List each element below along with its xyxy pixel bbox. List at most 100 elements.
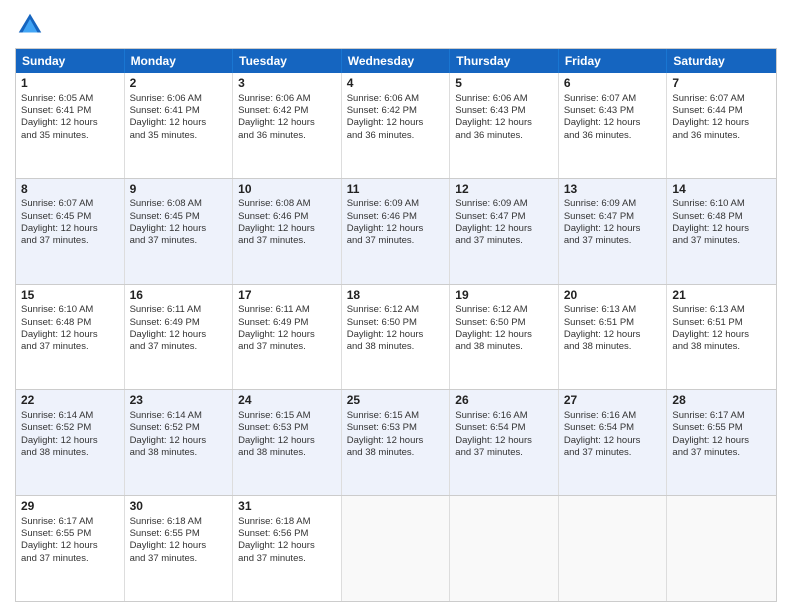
day-info-line-2: Daylight: 12 hours — [564, 223, 662, 235]
day-cell-19: 19Sunrise: 6:12 AMSunset: 6:50 PMDayligh… — [450, 285, 559, 390]
day-cell-21: 21Sunrise: 6:13 AMSunset: 6:51 PMDayligh… — [667, 285, 776, 390]
day-info-line-3: and 37 minutes. — [130, 341, 228, 353]
day-number: 26 — [455, 393, 553, 409]
day-info-line-3: and 37 minutes. — [564, 235, 662, 247]
day-cell-15: 15Sunrise: 6:10 AMSunset: 6:48 PMDayligh… — [16, 285, 125, 390]
day-info-line-2: Daylight: 12 hours — [130, 435, 228, 447]
day-cell-10: 10Sunrise: 6:08 AMSunset: 6:46 PMDayligh… — [233, 179, 342, 284]
day-info-line-0: Sunrise: 6:08 AM — [238, 198, 336, 210]
day-info-line-0: Sunrise: 6:05 AM — [21, 93, 119, 105]
day-info-line-1: Sunset: 6:41 PM — [130, 105, 228, 117]
empty-cell — [667, 496, 776, 601]
day-info-line-0: Sunrise: 6:18 AM — [238, 516, 336, 528]
day-info-line-2: Daylight: 12 hours — [347, 223, 445, 235]
day-info-line-1: Sunset: 6:43 PM — [564, 105, 662, 117]
day-info-line-3: and 36 minutes. — [455, 130, 553, 142]
day-info-line-2: Daylight: 12 hours — [455, 329, 553, 341]
day-info-line-3: and 38 minutes. — [130, 447, 228, 459]
day-info-line-2: Daylight: 12 hours — [21, 435, 119, 447]
day-info-line-1: Sunset: 6:50 PM — [455, 317, 553, 329]
day-info-line-1: Sunset: 6:47 PM — [455, 211, 553, 223]
day-info-line-2: Daylight: 12 hours — [238, 329, 336, 341]
day-number: 16 — [130, 288, 228, 304]
day-info-line-0: Sunrise: 6:15 AM — [347, 410, 445, 422]
day-info-line-3: and 37 minutes. — [130, 235, 228, 247]
day-cell-9: 9Sunrise: 6:08 AMSunset: 6:45 PMDaylight… — [125, 179, 234, 284]
day-info-line-0: Sunrise: 6:12 AM — [347, 304, 445, 316]
header — [15, 10, 777, 40]
day-info-line-3: and 37 minutes. — [21, 235, 119, 247]
day-number: 10 — [238, 182, 336, 198]
logo — [15, 10, 49, 40]
day-info-line-0: Sunrise: 6:10 AM — [672, 198, 771, 210]
day-info-line-3: and 37 minutes. — [672, 235, 771, 247]
day-info-line-0: Sunrise: 6:10 AM — [21, 304, 119, 316]
day-cell-6: 6Sunrise: 6:07 AMSunset: 6:43 PMDaylight… — [559, 73, 668, 178]
day-info-line-3: and 36 minutes. — [238, 130, 336, 142]
day-info-line-1: Sunset: 6:45 PM — [130, 211, 228, 223]
day-info-line-0: Sunrise: 6:06 AM — [455, 93, 553, 105]
day-info-line-3: and 37 minutes. — [21, 341, 119, 353]
day-info-line-1: Sunset: 6:51 PM — [564, 317, 662, 329]
day-number: 11 — [347, 182, 445, 198]
day-info-line-3: and 38 minutes. — [347, 447, 445, 459]
day-info-line-0: Sunrise: 6:13 AM — [564, 304, 662, 316]
header-cell-monday: Monday — [125, 49, 234, 73]
page: SundayMondayTuesdayWednesdayThursdayFrid… — [0, 0, 792, 612]
header-cell-saturday: Saturday — [667, 49, 776, 73]
day-info-line-0: Sunrise: 6:16 AM — [564, 410, 662, 422]
day-info-line-2: Daylight: 12 hours — [238, 435, 336, 447]
day-info-line-0: Sunrise: 6:17 AM — [672, 410, 771, 422]
day-number: 30 — [130, 499, 228, 515]
day-number: 31 — [238, 499, 336, 515]
day-info-line-3: and 37 minutes. — [130, 553, 228, 565]
day-info-line-2: Daylight: 12 hours — [455, 117, 553, 129]
day-info-line-3: and 38 minutes. — [238, 447, 336, 459]
day-number: 28 — [672, 393, 771, 409]
empty-cell — [342, 496, 451, 601]
day-info-line-3: and 36 minutes. — [672, 130, 771, 142]
day-info-line-0: Sunrise: 6:16 AM — [455, 410, 553, 422]
day-info-line-0: Sunrise: 6:07 AM — [564, 93, 662, 105]
header-cell-sunday: Sunday — [16, 49, 125, 73]
day-number: 1 — [21, 76, 119, 92]
day-info-line-0: Sunrise: 6:14 AM — [21, 410, 119, 422]
day-number: 13 — [564, 182, 662, 198]
day-info-line-2: Daylight: 12 hours — [347, 329, 445, 341]
day-info-line-0: Sunrise: 6:07 AM — [672, 93, 771, 105]
day-cell-18: 18Sunrise: 6:12 AMSunset: 6:50 PMDayligh… — [342, 285, 451, 390]
day-info-line-2: Daylight: 12 hours — [672, 223, 771, 235]
day-cell-7: 7Sunrise: 6:07 AMSunset: 6:44 PMDaylight… — [667, 73, 776, 178]
day-info-line-0: Sunrise: 6:06 AM — [130, 93, 228, 105]
day-info-line-1: Sunset: 6:49 PM — [130, 317, 228, 329]
day-info-line-2: Daylight: 12 hours — [672, 435, 771, 447]
day-number: 21 — [672, 288, 771, 304]
day-info-line-1: Sunset: 6:55 PM — [21, 528, 119, 540]
calendar-row-1: 1Sunrise: 6:05 AM Sunset: 6:41 PM Daylight… — [16, 73, 776, 178]
day-number: 12 — [455, 182, 553, 198]
calendar-header: SundayMondayTuesdayWednesdayThursdayFrid… — [16, 49, 776, 73]
day-info-line-3: and 37 minutes. — [455, 447, 553, 459]
day-number: 7 — [672, 76, 771, 92]
day-info-line-3: and 35 minutes. — [130, 130, 228, 142]
day-info-line-3: and 37 minutes. — [347, 235, 445, 247]
day-info-line-3: and 38 minutes. — [564, 341, 662, 353]
calendar-row-4: 22Sunrise: 6:14 AMSunset: 6:52 PMDayligh… — [16, 389, 776, 495]
day-number: 18 — [347, 288, 445, 304]
day-info-line-1: Sunset: 6:55 PM — [672, 422, 771, 434]
day-info-line-0: Sunrise: 6:08 AM — [130, 198, 228, 210]
day-number: 6 — [564, 76, 662, 92]
calendar: SundayMondayTuesdayWednesdayThursdayFrid… — [15, 48, 777, 602]
day-number: 22 — [21, 393, 119, 409]
day-info-line-1: Sunset: 6:56 PM — [238, 528, 336, 540]
day-info-line-2: Daylight: 12 hours — [21, 223, 119, 235]
day-info-line-1: Sunset: 6:44 PM — [672, 105, 771, 117]
day-info-line-1: Sunset: 6:53 PM — [238, 422, 336, 434]
day-number: 5 — [455, 76, 553, 92]
day-number: 4 — [347, 76, 445, 92]
day-number: 8 — [21, 182, 119, 198]
calendar-body: 1Sunrise: 6:05 AM Sunset: 6:41 PM Daylight… — [16, 73, 776, 601]
header-cell-tuesday: Tuesday — [233, 49, 342, 73]
day-cell-3: 3Sunrise: 6:06 AMSunset: 6:42 PMDaylight… — [233, 73, 342, 178]
day-info-line-3: and 37 minutes. — [455, 235, 553, 247]
